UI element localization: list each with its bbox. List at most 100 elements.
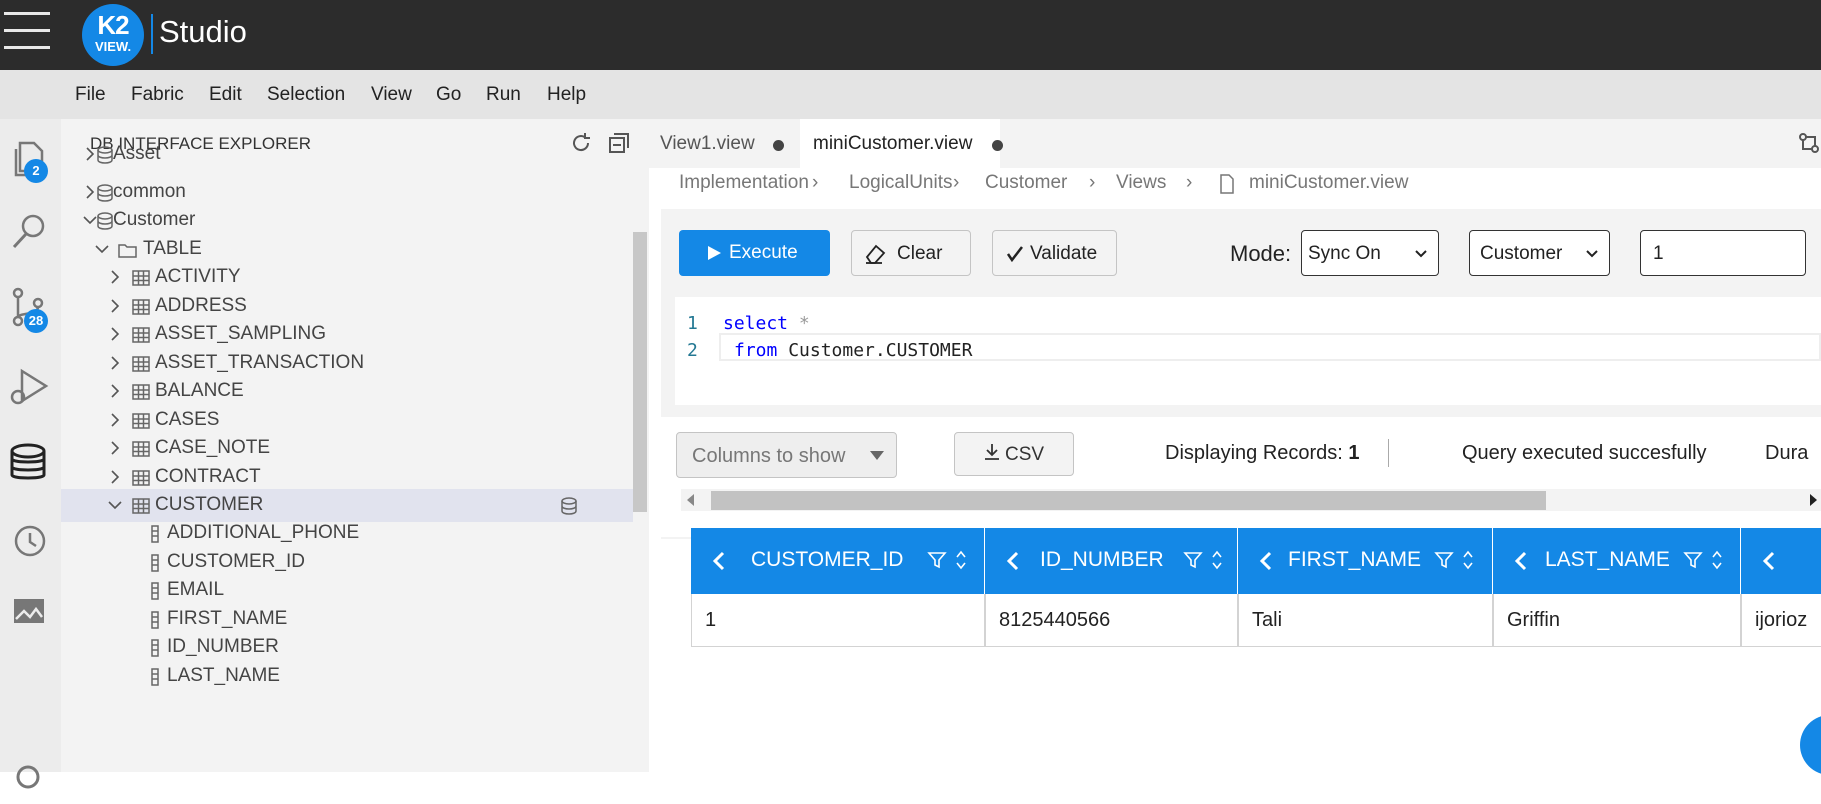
chevron-right-icon[interactable] (106, 297, 124, 315)
column-header-first-name[interactable]: FIRST_NAME (1238, 528, 1493, 594)
sort-icon[interactable] (1711, 548, 1723, 572)
database-icon (95, 145, 115, 165)
explorer-scrollbar[interactable] (633, 232, 647, 512)
tab-label: miniCustomer.view (813, 133, 973, 154)
unsaved-dot-icon (992, 140, 1003, 151)
tree-item-label: EMAIL (167, 579, 225, 600)
header-label: FIRST_NAME (1288, 548, 1422, 571)
tree-item-label: CUSTOMER (155, 494, 264, 515)
chevron-left-icon[interactable] (1005, 550, 1021, 572)
lu-select[interactable]: Customer (1469, 230, 1610, 276)
chevron-right-icon[interactable] (106, 382, 124, 400)
source-control-icon[interactable]: 28 (8, 285, 52, 333)
menu-view[interactable]: View (371, 84, 412, 106)
keyword-from: from (734, 340, 778, 361)
scrollbar-thumb[interactable] (711, 491, 1546, 510)
chevron-left-icon[interactable] (711, 550, 727, 572)
column-header-customer-id[interactable]: CUSTOMER_ID (691, 528, 985, 594)
explorer-files-icon[interactable]: 2 (8, 135, 52, 183)
column-header-email[interactable] (1741, 528, 1821, 594)
menu-help[interactable]: Help (547, 84, 586, 106)
chevron-down-icon[interactable] (106, 496, 124, 514)
query-table-icon[interactable] (559, 496, 579, 516)
menu-run[interactable]: Run (486, 84, 521, 106)
column-header-id-number[interactable]: ID_NUMBER (985, 528, 1238, 594)
lu-value: Customer (1480, 243, 1563, 264)
breadcrumb-item[interactable]: Implementation (679, 172, 809, 194)
breadcrumb-item[interactable]: LogicalUnits (849, 172, 953, 194)
breadcrumb-item[interactable]: miniCustomer.view (1249, 172, 1408, 194)
chevron-right-icon[interactable] (106, 439, 124, 457)
horizontal-scrollbar[interactable] (681, 489, 1821, 511)
breadcrumb-item[interactable]: Views (1116, 172, 1166, 194)
table-icon (131, 439, 151, 459)
menu-go[interactable]: Go (436, 84, 461, 106)
tree-item-label: ADDRESS (155, 295, 247, 316)
filter-icon[interactable] (1434, 550, 1454, 570)
compare-icon[interactable] (1797, 131, 1821, 155)
tab-view1[interactable]: View1.view (649, 119, 799, 168)
file-icon (1219, 172, 1235, 200)
chevron-down-icon (1586, 250, 1598, 258)
tree-item-label: CONTRACT (155, 466, 261, 487)
chevron-left-icon[interactable] (1258, 550, 1274, 572)
breadcrumb-sep: › (953, 172, 960, 193)
csv-export-button[interactable]: CSV (954, 432, 1074, 476)
image-icon[interactable] (8, 591, 52, 635)
tab-minicustomer[interactable]: miniCustomer.view (800, 119, 1003, 168)
csv-label: CSV (1005, 444, 1045, 465)
chevron-right-icon[interactable] (106, 468, 124, 486)
table-cell: 1 (691, 594, 985, 647)
chevron-right-icon[interactable] (106, 354, 124, 372)
instance-id-value: 1 (1653, 243, 1664, 264)
sort-icon[interactable] (1462, 548, 1474, 572)
search-icon[interactable] (8, 209, 52, 253)
displaying-label: Displaying Records: (1165, 442, 1343, 464)
source-control-badge: 28 (24, 309, 48, 333)
chevron-left-icon[interactable] (1761, 550, 1777, 572)
column-icon (145, 581, 165, 601)
chevron-right-icon[interactable] (106, 268, 124, 286)
tree-item-label: TABLE (143, 238, 202, 259)
validate-button[interactable]: Validate (992, 230, 1117, 276)
sort-icon[interactable] (1211, 548, 1223, 572)
menu-edit[interactable]: Edit (209, 84, 242, 106)
tree-item-asset[interactable]: Asset (61, 138, 633, 171)
cell-text: 8125440566 (999, 609, 1111, 631)
sql-editor[interactable]: 1 select * 2 from Customer.CUSTOMER (675, 297, 1821, 405)
filter-icon[interactable] (1683, 550, 1703, 570)
caret-down-icon (870, 451, 884, 460)
filter-icon[interactable] (1183, 550, 1203, 570)
chevron-right-icon[interactable] (106, 325, 124, 343)
filter-icon[interactable] (927, 550, 947, 570)
breadcrumb-item[interactable]: Customer (985, 172, 1067, 194)
database-icon[interactable] (8, 441, 52, 485)
run-debug-icon[interactable] (8, 365, 52, 409)
clear-button[interactable]: Clear (851, 230, 971, 276)
k2view-logo: K2 VIEW. (82, 4, 144, 66)
scroll-right-icon[interactable] (1809, 494, 1817, 506)
tree-item-last-name[interactable]: LAST_NAME (61, 660, 633, 693)
tree-item-label: CUSTOMER_ID (167, 551, 305, 572)
tree-item-label: BALANCE (155, 380, 244, 401)
chevron-down-icon[interactable] (93, 240, 111, 258)
mode-select[interactable]: Sync On (1301, 230, 1439, 276)
chevron-right-icon[interactable] (106, 411, 124, 429)
scroll-left-icon[interactable] (687, 494, 695, 506)
settings-gear-icon[interactable] (8, 755, 52, 799)
tree-item-label: FIRST_NAME (167, 608, 288, 629)
history-icon[interactable] (8, 519, 52, 563)
menu-file[interactable]: File (75, 84, 106, 106)
tree-item-label: CASE_NOTE (155, 437, 271, 458)
columns-to-show-dropdown[interactable]: Columns to show (676, 432, 897, 478)
clear-label: Clear (897, 243, 943, 264)
tree-item-label: ADDITIONAL_PHONE (167, 522, 360, 543)
chevron-left-icon[interactable] (1513, 550, 1529, 572)
column-header-last-name[interactable]: LAST_NAME (1493, 528, 1741, 594)
instance-id-input[interactable]: 1 (1640, 230, 1806, 276)
menu-fabric[interactable]: Fabric (131, 84, 184, 106)
hamburger-menu-icon[interactable] (4, 12, 50, 50)
sort-icon[interactable] (955, 548, 967, 572)
execute-button[interactable]: Execute (679, 230, 830, 276)
menu-selection[interactable]: Selection (267, 84, 345, 106)
